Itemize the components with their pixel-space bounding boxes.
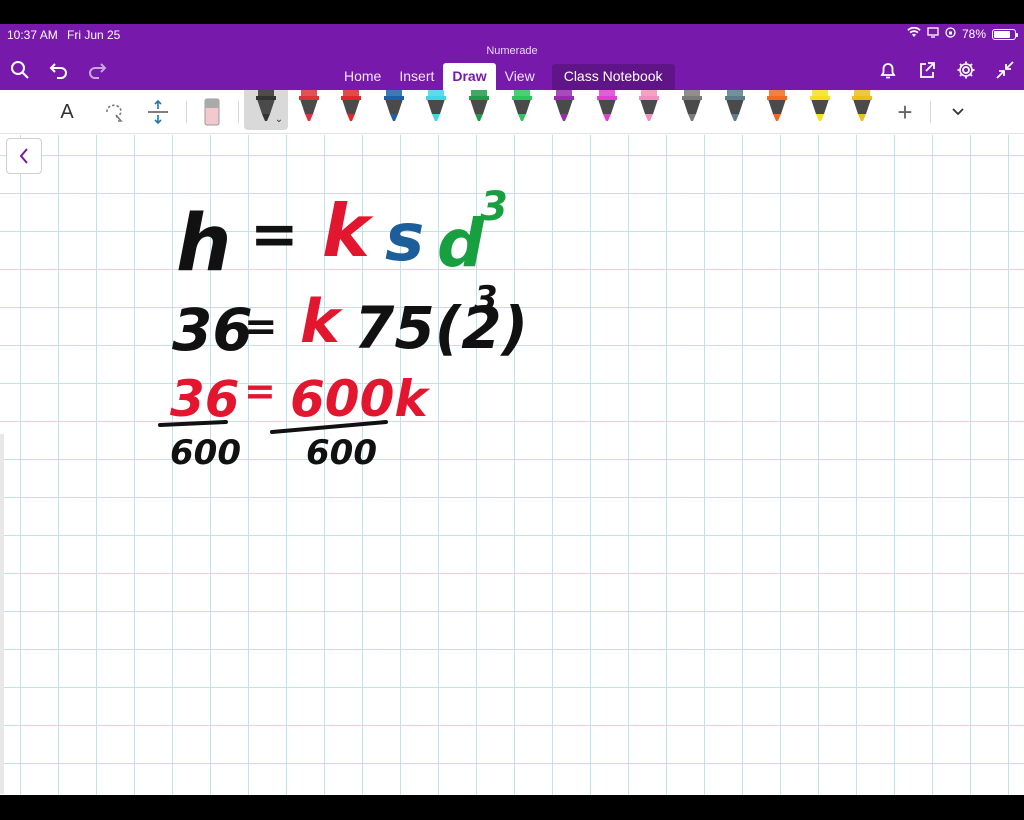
- ink-exponent: 3: [480, 184, 508, 230]
- ink-h: h: [176, 199, 232, 289]
- ink-75-2: 75(2): [354, 294, 528, 362]
- ink-equals: =: [244, 369, 276, 413]
- handwriting-layer: h = k s d 3 36 = k 75(2) 3 36 600 = 600k…: [158, 184, 528, 473]
- ink-s: s: [385, 199, 424, 276]
- ink-denominator-right: 600: [306, 433, 377, 473]
- ink-equals: =: [244, 304, 278, 350]
- ink-denominator-left: 600: [170, 433, 241, 473]
- ink-k: k: [300, 287, 343, 357]
- ink-36: 36: [172, 296, 253, 364]
- ink-numerator-left: 36: [170, 370, 240, 428]
- ink-numerator-right: 600k: [290, 370, 430, 428]
- ink-equals: =: [250, 200, 299, 268]
- ink-k: k: [322, 189, 374, 273]
- ink-d: d: [437, 205, 485, 282]
- ink-exponent: 3: [474, 279, 498, 319]
- app-window: 10:37 AM Fri Jun 25 78% Numerade Home In…: [0, 24, 1024, 795]
